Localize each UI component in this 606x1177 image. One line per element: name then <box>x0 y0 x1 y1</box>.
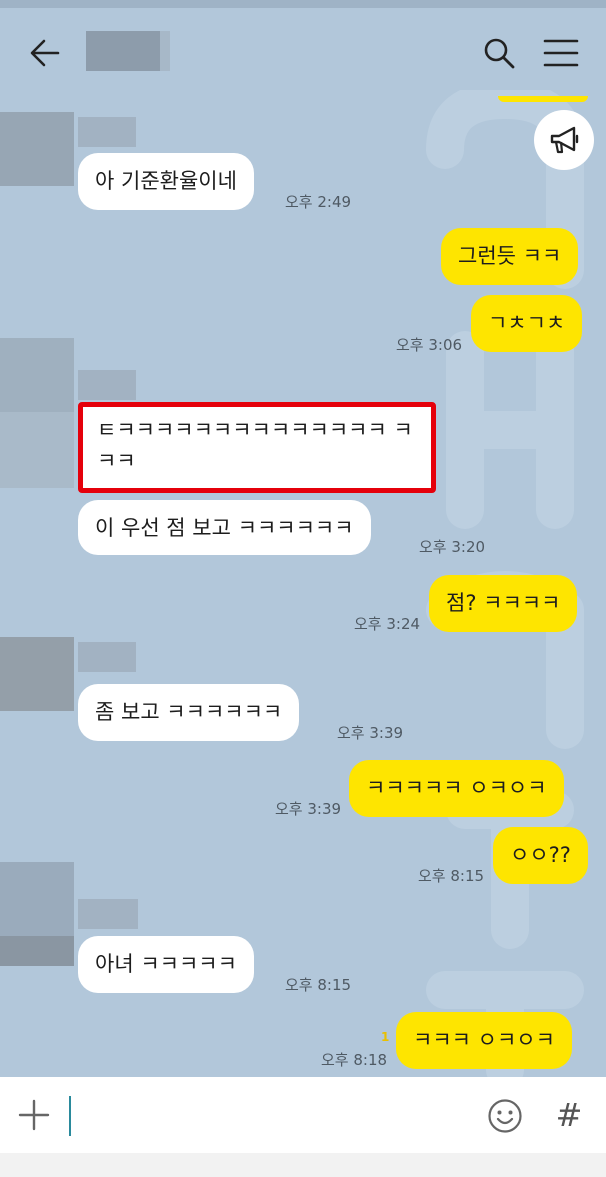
outgoing-message-bubble[interactable]: 점? ㅋㅋㅋㅋ <box>429 575 578 632</box>
outgoing-message-bubble[interactable]: 그런듯 ㅋㅋ <box>441 228 579 285</box>
message-time: 오후 2:49 <box>285 193 352 211</box>
chat-title-blurred <box>86 31 160 71</box>
message-time: 오후 3:20 <box>419 538 486 556</box>
unread-count-badge: 1 <box>381 1030 390 1044</box>
message-text: 아 기준환율이네 <box>95 169 237 193</box>
message-time: 오후 3:24 <box>354 615 421 633</box>
message-time: 오후 8:15 <box>285 976 352 994</box>
message-time: 오후 8:15 <box>418 867 485 885</box>
back-button[interactable] <box>28 36 62 70</box>
incoming-message-bubble[interactable]: 아녀 ㅋㅋㅋㅋㅋ <box>78 936 254 993</box>
sender-name-blurred <box>78 117 136 147</box>
avatar-blurred-extension <box>0 936 74 966</box>
avatar[interactable] <box>0 637 74 711</box>
message-text: 그런듯 ㅋㅋ <box>458 244 562 268</box>
sender-name-blurred <box>78 899 138 929</box>
emoji-icon <box>488 1099 522 1133</box>
plus-icon <box>18 1099 50 1131</box>
emoji-button[interactable] <box>487 1098 523 1134</box>
incoming-message-bubble[interactable]: 이 우선 점 보고 ㅋㅋㅋㅋㅋㅋ <box>78 500 371 555</box>
arrow-left-icon <box>30 39 60 67</box>
megaphone-icon <box>550 126 579 154</box>
attach-button[interactable] <box>18 1099 50 1131</box>
message-text: 아녀 ㅋㅋㅋㅋㅋ <box>95 952 237 976</box>
hamburger-menu-icon <box>543 39 579 67</box>
chat-title-blurred-edge <box>160 31 170 71</box>
message-time: 오후 8:18 <box>321 1051 388 1069</box>
message-text: ㅌㅋㅋㅋㅋㅋㅋㅋㅋㅋㅋㅋㅋㅋㅋ ㅋㅋㅋ <box>97 418 413 473</box>
system-navigation-bar <box>0 1153 606 1177</box>
chat-header <box>0 8 606 96</box>
avatar[interactable] <box>0 862 74 936</box>
sender-name-blurred <box>78 642 136 672</box>
menu-button[interactable] <box>542 36 580 70</box>
message-text: ㄱㅊㄱㅊ <box>488 311 566 335</box>
text-cursor <box>69 1096 71 1136</box>
message-time: 오후 3:06 <box>396 336 463 354</box>
highlighted-message-bubble[interactable]: ㅌㅋㅋㅋㅋㅋㅋㅋㅋㅋㅋㅋㅋㅋㅋ ㅋㅋㅋ <box>78 402 436 493</box>
outgoing-message-bubble[interactable]: ㄱㅊㄱㅊ <box>471 295 583 352</box>
avatar[interactable] <box>0 338 74 412</box>
message-text: 점? ㅋㅋㅋㅋ <box>446 591 561 615</box>
search-icon <box>484 38 515 69</box>
incoming-message-bubble[interactable]: 좀 보고 ㅋㅋㅋㅋㅋㅋ <box>78 684 300 741</box>
message-input-bar: # <box>0 1077 606 1153</box>
status-bar <box>0 0 606 8</box>
avatar[interactable] <box>0 112 74 186</box>
message-text: 좀 보고 ㅋㅋㅋㅋㅋㅋ <box>95 700 283 724</box>
outgoing-message-bubble[interactable]: ㅇㅇ?? <box>493 827 588 884</box>
sender-name-blurred <box>78 370 136 400</box>
outgoing-message-bubble[interactable]: ㅋㅋㅋㅋㅋ ㅇㅋㅇㅋ <box>349 760 564 817</box>
message-time: 오후 3:39 <box>337 724 404 742</box>
outgoing-message-bubble[interactable]: ㅋㅋㅋ ㅇㅋㅇㅋ <box>396 1012 572 1069</box>
avatar-blurred-extension <box>0 412 74 488</box>
message-time: 오후 3:39 <box>275 800 342 818</box>
message-input[interactable] <box>66 1093 470 1139</box>
message-text: 이 우선 점 보고 ㅋㅋㅋㅋㅋㅋ <box>95 516 354 540</box>
search-button[interactable] <box>482 36 516 70</box>
message-text: ㅋㅋㅋ ㅇㅋㅇㅋ <box>413 1028 555 1052</box>
previous-message-bubble <box>498 96 588 102</box>
message-text: ㅇㅇ?? <box>510 843 571 867</box>
hashtag-button[interactable]: # <box>554 1093 584 1137</box>
notice-button[interactable] <box>534 110 594 170</box>
incoming-message-bubble[interactable]: 아 기준환율이네 <box>78 153 254 210</box>
message-text: ㅋㅋㅋㅋㅋ ㅇㅋㅇㅋ <box>366 776 547 800</box>
